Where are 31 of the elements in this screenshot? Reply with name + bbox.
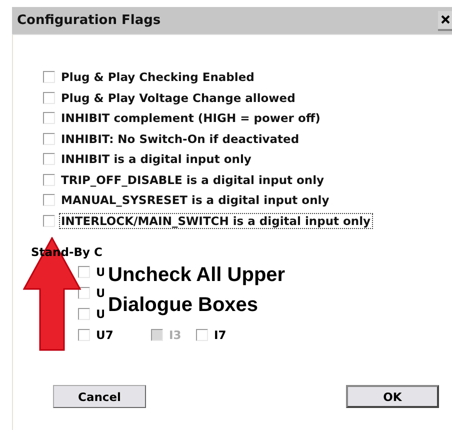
checkbox[interactable] xyxy=(43,214,55,227)
checkbox-label: I7 xyxy=(213,328,228,342)
checkbox[interactable] xyxy=(78,286,90,298)
window-title: Configuration Flags xyxy=(17,13,161,28)
checkbox[interactable] xyxy=(196,328,208,340)
checkbox[interactable] xyxy=(43,194,55,206)
checkbox-label: INTERLOCK/MAIN_SWITCH is a digital input only xyxy=(60,214,372,228)
checkbox[interactable] xyxy=(43,92,55,104)
checkbox[interactable] xyxy=(43,71,55,84)
dialog-button[interactable]: OK xyxy=(346,385,439,408)
checkbox-label: U7 xyxy=(95,328,114,342)
checkbox[interactable] xyxy=(43,132,55,145)
checkbox-label: I3 xyxy=(168,328,182,342)
checkbox[interactable] xyxy=(43,153,55,166)
annotation-text: Uncheck All Upper xyxy=(108,263,286,287)
checkbox-label: Plug & Play Voltage Change allowed xyxy=(60,90,296,105)
checkbox[interactable] xyxy=(43,174,55,186)
close-icon xyxy=(440,15,450,24)
checkbox-label: Plug & Play Checking Enabled xyxy=(60,70,256,84)
close-button[interactable] xyxy=(438,10,452,30)
dialog-button[interactable]: Cancel xyxy=(53,385,146,408)
checkbox-label: INHIBIT: No Switch-On if deactivated xyxy=(60,132,300,146)
checkbox-label: INHIBIT is a digital input only xyxy=(60,152,252,166)
checkbox[interactable] xyxy=(78,266,90,278)
checkbox-label: MANUAL_SYSRESET is a digital input only xyxy=(60,193,330,208)
checkbox[interactable] xyxy=(78,328,90,340)
checkbox-label: INHIBIT complement (HIGH = power off) xyxy=(60,111,322,126)
checkbox-label: TRIP_OFF_DISABLE is a digital input only xyxy=(60,172,326,187)
checkbox[interactable] xyxy=(78,308,90,320)
annotation-text: Dialogue Boxes xyxy=(108,293,260,317)
checkbox[interactable] xyxy=(43,112,55,124)
